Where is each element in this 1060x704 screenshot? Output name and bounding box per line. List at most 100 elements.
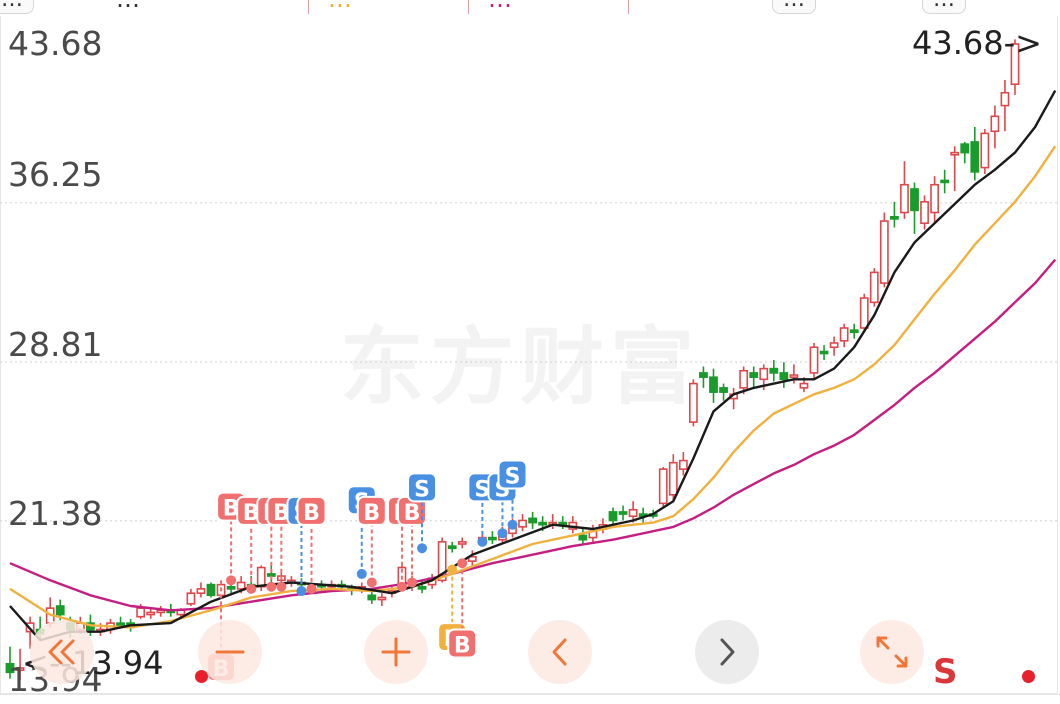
candle-body	[849, 329, 859, 334]
trade-marker-label: B	[404, 501, 421, 526]
candle-body	[487, 536, 497, 541]
candle-body	[226, 585, 236, 590]
candle-body	[749, 372, 759, 378]
trade-point	[306, 583, 317, 594]
moving-average-short	[9, 90, 1057, 642]
trade-marker-label: B	[454, 634, 471, 659]
candle-body	[136, 607, 146, 618]
candle-body	[759, 367, 769, 381]
trade-point	[356, 568, 367, 579]
candle-body	[196, 588, 206, 594]
candle-body	[628, 508, 638, 517]
candle-body	[256, 566, 266, 588]
divider	[0, 694, 1060, 695]
candle-body	[688, 382, 698, 423]
candle-body	[970, 141, 980, 173]
candle-body	[900, 183, 909, 214]
chevron-right-icon	[720, 638, 735, 666]
candle-body	[910, 188, 919, 212]
trade-point	[407, 577, 417, 588]
status-dot	[195, 670, 208, 683]
trade-point	[507, 519, 518, 530]
trade-marker-label: B	[363, 501, 380, 526]
y-tick-label: 43.68	[8, 24, 103, 63]
trade-point	[477, 536, 488, 547]
candle-body	[789, 374, 799, 378]
trade-point	[226, 575, 237, 586]
candle-body	[618, 511, 628, 515]
trade-point	[296, 586, 307, 597]
candle-body	[668, 461, 678, 496]
trade-point	[276, 581, 287, 592]
candle-body	[859, 297, 869, 329]
candle-body	[889, 215, 899, 220]
status-dot	[1022, 670, 1035, 683]
candle-body	[809, 346, 819, 374]
trade-point	[246, 583, 257, 594]
candle-body	[719, 387, 728, 393]
candle-body	[960, 143, 970, 154]
candle-body	[819, 350, 829, 355]
trade-point	[447, 564, 458, 575]
minus-icon	[215, 650, 245, 654]
y-tick-label: 21.38	[8, 494, 103, 533]
max-price-marker: 43.68->	[912, 24, 1042, 62]
double-chevron-left-button[interactable]	[30, 620, 94, 684]
y-tick-label: 28.81	[8, 325, 103, 364]
candle-body	[699, 372, 708, 378]
candle-body	[266, 573, 276, 577]
expand-button[interactable]	[860, 620, 924, 684]
candle-body	[779, 372, 789, 381]
pan-left-button[interactable]	[528, 620, 592, 684]
candle-body	[980, 132, 990, 169]
candle-body	[377, 596, 387, 601]
candle-body	[879, 220, 889, 284]
trade-marker-label: S	[505, 465, 521, 490]
s-indicator: S	[933, 652, 958, 692]
candle-body	[990, 115, 1000, 133]
candle-body	[578, 534, 588, 541]
candle-body	[769, 367, 779, 374]
candle-body	[950, 151, 960, 156]
candle-body	[930, 183, 939, 214]
trade-point	[417, 543, 428, 554]
candle-body	[658, 468, 668, 505]
candle-body	[538, 521, 548, 526]
candle-body	[1000, 91, 1010, 107]
candle-body	[367, 594, 377, 601]
candle-body	[417, 585, 427, 590]
candle-body	[608, 511, 618, 522]
trade-point	[497, 528, 508, 539]
candle-body	[869, 271, 879, 304]
candle-body	[206, 583, 216, 597]
candle-body	[739, 369, 749, 389]
candle-body	[116, 622, 125, 626]
expand-icon	[876, 636, 908, 668]
candlestick-chart[interactable]: BBBBSBSBBBSBBSSSB	[0, 0, 1060, 704]
y-tick-label: 36.25	[8, 155, 103, 194]
double-chevron-left-icon	[48, 639, 75, 665]
candle-body	[678, 459, 688, 470]
candle-body	[186, 592, 196, 605]
candle-body	[839, 327, 849, 342]
candle-body	[709, 376, 718, 393]
candle-body	[55, 605, 65, 616]
candle-body	[518, 519, 527, 528]
candle-body	[457, 541, 467, 545]
candle-body	[146, 611, 156, 616]
pan-right-button[interactable]	[695, 620, 759, 684]
candle-body	[940, 179, 950, 184]
trade-marker-label: S	[414, 477, 430, 502]
trade-point	[366, 577, 377, 588]
candle-body	[447, 545, 457, 550]
trade-point	[396, 581, 407, 592]
candle-body	[236, 581, 246, 590]
candle-body	[528, 517, 537, 524]
candle-body	[799, 382, 809, 389]
chevron-left-icon	[552, 638, 567, 666]
trade-point	[457, 558, 468, 569]
candle-body	[920, 201, 929, 225]
moving-average-long	[9, 258, 1057, 612]
zoom-in-button[interactable]	[364, 620, 428, 684]
candle-body	[829, 342, 839, 349]
